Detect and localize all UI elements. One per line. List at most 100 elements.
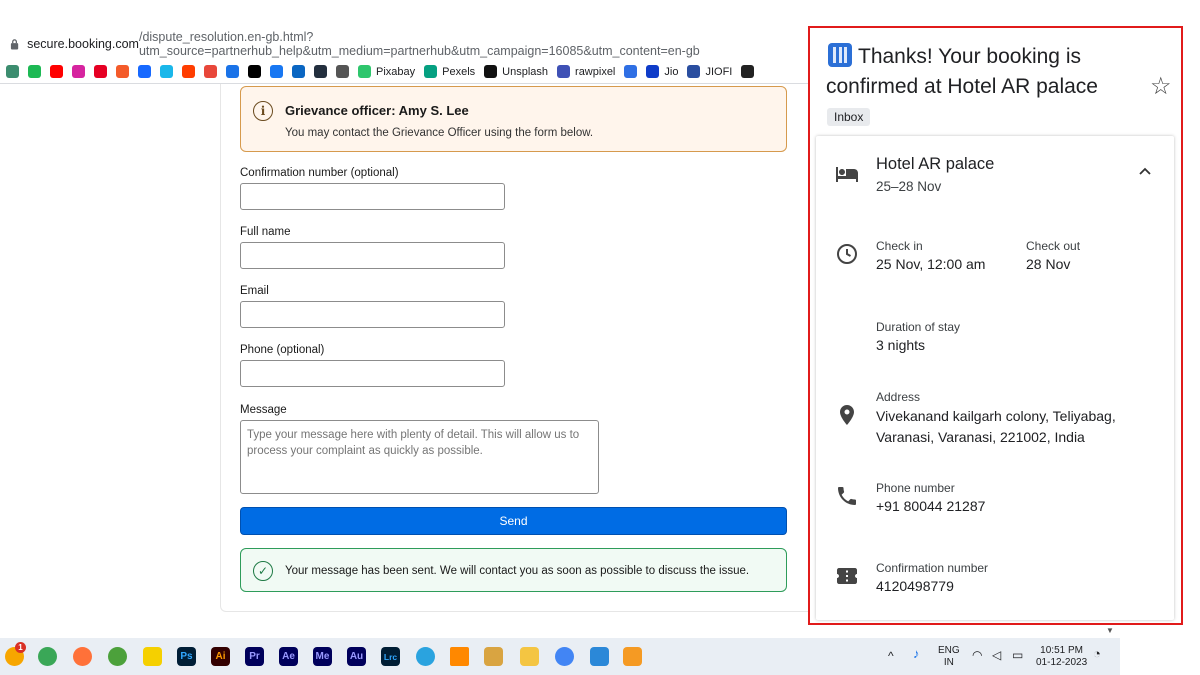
show-hidden-icons-icon[interactable]: ^	[888, 650, 894, 662]
bookmark-item[interactable]	[28, 65, 41, 78]
bookmark-item[interactable]	[160, 65, 173, 78]
chrome-icon[interactable]	[555, 647, 574, 666]
region-code: IN	[943, 657, 954, 668]
message-textarea[interactable]	[240, 420, 599, 494]
bookmark-item[interactable]	[248, 65, 261, 78]
bookmark-item[interactable]	[741, 65, 755, 78]
illustrator-icon[interactable]: Ai	[211, 647, 230, 666]
bookmark-item[interactable]	[204, 65, 217, 78]
chevron-up-icon[interactable]	[1138, 164, 1152, 178]
microphone-icon[interactable]: ♪	[913, 647, 920, 660]
message-label: Message	[240, 404, 287, 416]
email-input[interactable]	[240, 301, 505, 328]
bookmark-item[interactable]	[270, 65, 283, 78]
after-effects-icon[interactable]: Ae	[279, 647, 298, 666]
notification-badge: 1	[15, 642, 26, 653]
volume-icon[interactable]: ◁	[992, 649, 1001, 661]
inbox-label-chip[interactable]: Inbox	[827, 108, 871, 126]
bookmark-favicon-icon	[484, 65, 498, 78]
bookmarks-bar: Pixabay Pexels Unsplash rawpixel Jio JIOFI	[0, 60, 808, 84]
bookmark-item[interactable]	[314, 65, 327, 78]
bookmark-item[interactable]	[138, 65, 151, 78]
bookmark-favicon-icon	[160, 65, 173, 78]
file-explorer-icon[interactable]	[520, 647, 539, 666]
bookmark-item[interactable]	[72, 65, 85, 78]
clock[interactable]: 10:51 PM 01-12-2023	[1036, 645, 1087, 669]
phone-input[interactable]	[240, 360, 505, 387]
utorrent-icon[interactable]	[108, 647, 127, 666]
bookmark-item[interactable]: Unsplash	[484, 65, 548, 78]
location-pin-icon	[840, 405, 854, 425]
phone-icon	[838, 487, 856, 505]
taskbar: 1 Ps Ai Pr Ae Me Au Lrc ^ ♪ ENG IN ◠ ◁ ▭…	[0, 638, 1120, 675]
bookmark-item[interactable]: Pexels	[424, 65, 475, 78]
app-icon[interactable]	[623, 647, 642, 666]
bookmark-favicon-icon	[292, 65, 305, 78]
bookmark-favicon-icon	[270, 65, 283, 78]
bookmark-item[interactable]	[6, 65, 19, 78]
bookmark-item[interactable]: JIOFI	[687, 65, 732, 78]
sticky-notes-icon[interactable]	[143, 647, 162, 666]
bookmark-item[interactable]	[226, 65, 239, 78]
bookmark-label: Pixabay	[376, 65, 416, 78]
bookmark-item[interactable]: rawpixel	[557, 65, 615, 78]
bookmark-item[interactable]	[182, 65, 195, 78]
hotel-name: Hotel AR palace	[876, 155, 995, 173]
bookmark-item[interactable]: Pixabay	[358, 65, 415, 78]
address-bar[interactable]: secure.booking.com/dispute_resolution.en…	[0, 28, 808, 60]
bookmark-item[interactable]	[336, 65, 349, 78]
language-indicator[interactable]: ENG IN	[938, 645, 960, 669]
lightroom-classic-icon[interactable]: Lrc	[381, 647, 400, 666]
full-name-label: Full name	[240, 226, 291, 238]
email-label: Email	[240, 285, 269, 297]
firefox-icon[interactable]	[73, 647, 92, 666]
success-text: Your message has been sent. We will cont…	[285, 565, 750, 577]
battery-icon[interactable]: ▭	[1012, 649, 1023, 661]
bookmark-favicon-icon	[557, 65, 571, 78]
confirmation-number-input[interactable]	[240, 183, 505, 210]
time-text: 10:51 PM	[1040, 645, 1083, 656]
notepad-icon[interactable]	[590, 647, 609, 666]
bookmark-label: JIOFI	[705, 65, 733, 78]
check-in-value: 25 Nov, 12:00 am	[876, 256, 986, 272]
bookmark-item[interactable]: Jio	[646, 65, 678, 78]
bookmark-item[interactable]	[624, 65, 638, 78]
bookmark-label: rawpixel	[575, 65, 616, 78]
bookmark-favicon-icon	[116, 65, 129, 78]
full-name-input[interactable]	[240, 242, 505, 269]
bookmark-favicon-icon	[138, 65, 151, 78]
bookmark-favicon-icon	[226, 65, 239, 78]
wifi-icon[interactable]: ◠	[972, 649, 982, 661]
bookmark-item[interactable]	[94, 65, 107, 78]
media-player-icon[interactable]	[484, 647, 503, 666]
confirmation-number-label-panel: Confirmation number	[876, 561, 989, 575]
bookmark-favicon-icon	[6, 65, 19, 78]
bookmark-favicon-icon	[424, 65, 438, 78]
check-out-value: 28 Nov	[1026, 256, 1071, 272]
media-encoder-icon[interactable]: Me	[313, 647, 332, 666]
scroll-down-arrow-icon[interactable]: ▼	[1106, 626, 1114, 635]
phone-label: Phone (optional)	[240, 344, 325, 356]
bookmark-favicon-icon	[358, 65, 371, 78]
phone-number-value[interactable]: +91 80044 21287	[876, 498, 985, 514]
bookmark-item[interactable]	[292, 65, 305, 78]
grievance-form-page: i Grievance officer: Amy S. Lee You may …	[220, 84, 808, 612]
clock-icon	[837, 244, 857, 264]
vlc-icon[interactable]	[450, 647, 469, 666]
bookmark-favicon-icon	[28, 65, 41, 78]
audition-icon[interactable]: Au	[347, 647, 366, 666]
duration-value: 3 nights	[876, 337, 926, 353]
ticket-icon	[837, 568, 857, 584]
notification-bell-icon[interactable]: ◔	[1093, 647, 1101, 660]
bookmark-favicon-icon	[646, 65, 660, 78]
telegram-icon[interactable]	[416, 647, 435, 666]
premiere-icon[interactable]: Pr	[245, 647, 264, 666]
send-button[interactable]: Send	[240, 507, 787, 535]
date-text: 01-12-2023	[1036, 657, 1088, 668]
star-icon[interactable]: ☆	[1150, 72, 1172, 101]
bookmark-item[interactable]	[50, 65, 63, 78]
edge-icon[interactable]	[38, 647, 57, 666]
grievance-title: Grievance officer: Amy S. Lee	[285, 103, 469, 118]
photoshop-icon[interactable]: Ps	[177, 647, 196, 666]
bookmark-item[interactable]	[116, 65, 129, 78]
